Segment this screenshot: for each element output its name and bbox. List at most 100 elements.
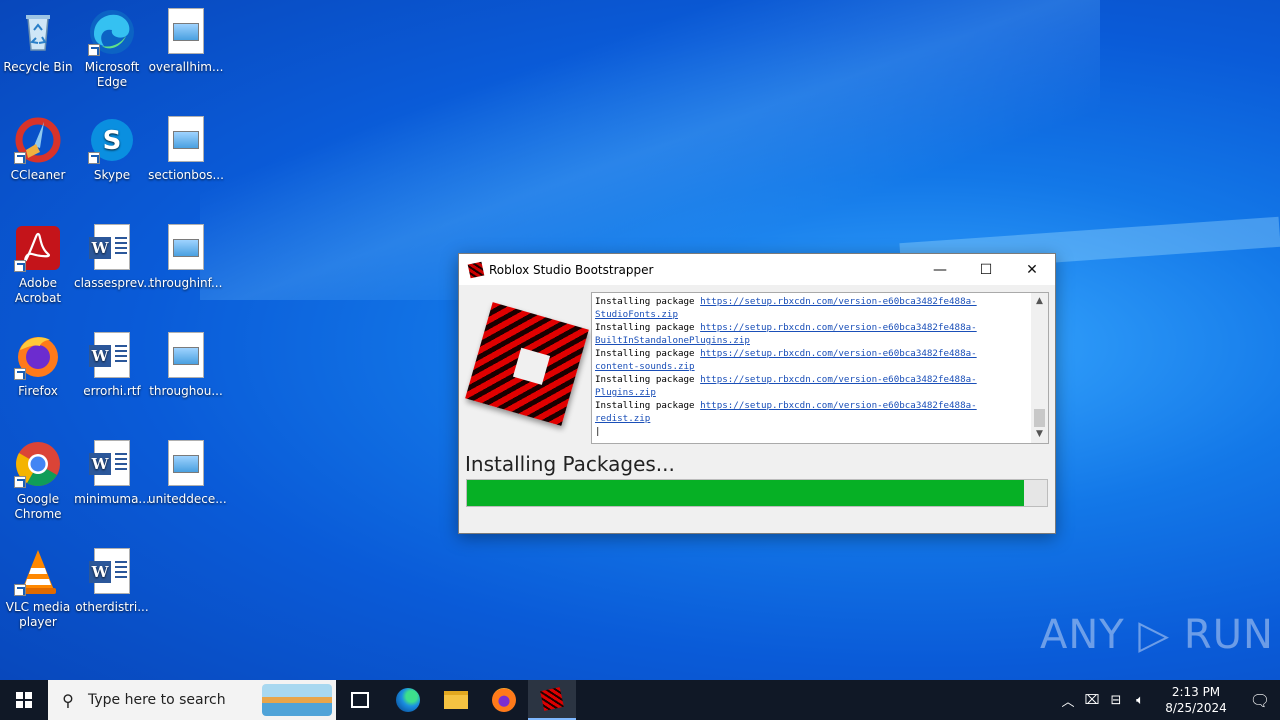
log-prefix: Installing package [595,374,701,385]
log-link[interactable]: https://setup.rbxcdn.com/version-e60bca3… [700,322,977,333]
task-view-button[interactable] [336,680,384,720]
show-hidden-icons-chevron-up-icon[interactable]: ︿ [1056,691,1080,710]
roblox-studio-icon [540,687,564,711]
scroll-thumb[interactable] [1034,409,1045,427]
chrome-icon [14,440,62,488]
desktop-icon-label: sectionbos... [148,168,224,182]
taskbar-edge[interactable] [384,680,432,720]
desktop-icon-errorhi[interactable]: W errorhi.rtf [74,332,150,399]
desktop-icon-overallhim[interactable]: overallhim... [148,8,224,75]
search-placeholder: Type here to search [88,692,226,708]
desktop-icon-label: Firefox [18,384,58,398]
skype-icon: S [88,116,136,164]
desktop-icon-label: Recycle Bin [3,60,73,74]
log-link[interactable]: https://setup.rbxcdn.com/version-e60bca3… [700,348,977,359]
log-link[interactable]: https://setup.rbxcdn.com/version-e60bca3… [700,400,977,411]
log-link-continuation[interactable]: content-sounds.zip [595,360,1025,373]
desktop-icon-skype[interactable]: S Skype [74,116,150,183]
log-line: Installing package https://setup.rbxcdn.… [595,321,1025,334]
start-button[interactable] [0,680,48,720]
search-icon: ⚲ [62,690,74,710]
log-link-continuation[interactable]: BuiltInStandalonePlugins.zip [595,334,1025,347]
folder-icon [444,691,468,709]
desktop-icon-recycle-bin[interactable]: Recycle Bin [0,8,76,75]
desktop-icon-label: Adobe Acrobat [14,276,62,305]
desktop-icon-label: throughinf... [149,276,223,290]
desktop-icon-sectionbos[interactable]: sectionbos... [148,116,224,183]
adobe-acrobat-icon [14,224,62,272]
desktop-icon-ccleaner[interactable]: CCleaner [0,116,76,183]
edge-icon [396,688,420,712]
desktop-icon-label: classesprev... [74,276,155,290]
desktop-icon-minimuma[interactable]: W minimuma... [74,440,150,507]
desktop-icon-label: throughou... [149,384,223,398]
ccleaner-icon [14,116,62,164]
desktop-icon-classesprev[interactable]: W classesprev... [74,224,155,291]
log-line: Installing package https://setup.rbxcdn.… [595,295,1025,308]
window-titlebar[interactable]: Roblox Studio Bootstrapper — ☐ ✕ [459,254,1055,285]
install-status-text: Installing Packages... [465,452,675,476]
desktop-icon-label: uniteddece... [148,492,227,506]
log-link-continuation[interactable]: redist.zip [595,412,1025,425]
log-link-continuation[interactable]: StudioFonts.zip [595,308,1025,321]
roblox-studio-logo [465,302,589,426]
desktop-icon-throughou[interactable]: throughou... [148,332,224,399]
volume-icon[interactable]: 🔈︎ [1128,693,1152,708]
log-scrollbar[interactable]: ▲ ▼ [1031,293,1048,443]
log-link-continuation[interactable]: Plugins.zip [595,386,1025,399]
log-line: Installing package https://setup.rbxcdn.… [595,373,1025,386]
notification-center-icon[interactable]: 🗨︎ [1240,691,1280,710]
system-tray: ︿ ⌧ ⊟ 🔈︎ 2:13 PM 8/25/2024 🗨︎ [1056,680,1280,720]
image-file-icon [162,440,210,488]
desktop-icon-google-chrome[interactable]: Google Chrome [0,440,76,522]
roblox-studio-icon [467,261,485,278]
vlc-icon [14,548,62,596]
log-prefix: Installing package [595,322,701,333]
desktop-icon-uniteddece[interactable]: uniteddece... [148,440,227,507]
image-file-icon [162,116,210,164]
image-file-icon [162,332,210,380]
desktop-icon-throughinf[interactable]: throughinf... [148,224,224,291]
desktop-icon-label: Microsoft Edge [84,60,140,89]
minimize-button[interactable]: — [917,254,963,285]
image-file-icon [162,224,210,272]
install-log[interactable]: Installing package https://setup.rbxcdn.… [591,292,1049,444]
taskbar-firefox[interactable] [480,680,528,720]
desktop-icon-label: CCleaner [10,168,66,182]
word-document-icon: W [88,440,136,488]
windows-logo-icon [16,692,32,708]
desktop-icon-label: Google Chrome [14,492,62,521]
firefox-icon [492,688,516,712]
image-file-icon [162,8,210,56]
desktop-icon-vlc[interactable]: VLC media player [0,548,76,630]
log-link[interactable]: https://setup.rbxcdn.com/version-e60bca3… [700,296,977,307]
log-link[interactable]: https://setup.rbxcdn.com/version-e60bca3… [700,374,977,385]
taskbar-roblox-studio[interactable] [528,680,576,720]
desktop-icon-otherdistri[interactable]: W otherdistri... [74,548,150,615]
search-highlight-image [262,684,332,716]
log-prefix: Installing package [595,400,701,411]
window-title: Roblox Studio Bootstrapper [489,262,654,277]
desktop-icon-label: Skype [93,168,131,182]
desktop-icon-label: errorhi.rtf [83,384,141,398]
taskbar-clock[interactable]: 2:13 PM 8/25/2024 [1152,684,1240,716]
scroll-down-arrow-icon[interactable]: ▼ [1031,426,1048,443]
taskbar-search[interactable]: ⚲ Type here to search [48,680,336,720]
network-icon[interactable]: ⊟ [1104,693,1128,708]
maximize-button[interactable]: ☐ [963,254,1009,285]
desktop-icon-firefox[interactable]: Firefox [0,332,76,399]
taskbar-file-explorer[interactable] [432,680,480,720]
edge-icon [88,8,136,56]
log-line: Installing package https://setup.rbxcdn.… [595,347,1025,360]
desktop-icon-adobe-acrobat[interactable]: Adobe Acrobat [0,224,76,306]
device-icon[interactable]: ⌧ [1080,693,1104,708]
log-prefix: Installing package [595,348,701,359]
close-button[interactable]: ✕ [1009,254,1055,285]
desktop-icon-microsoft-edge[interactable]: Microsoft Edge [74,8,150,90]
desktop-icon-label: otherdistri... [75,600,149,614]
progress-fill [467,480,1024,506]
taskbar: ⚲ Type here to search ︿ ⌧ ⊟ 🔈︎ 2:13 PM 8… [0,680,1280,720]
scroll-up-arrow-icon[interactable]: ▲ [1031,293,1048,310]
install-progress-bar [466,479,1048,507]
svg-text:S: S [103,126,122,156]
